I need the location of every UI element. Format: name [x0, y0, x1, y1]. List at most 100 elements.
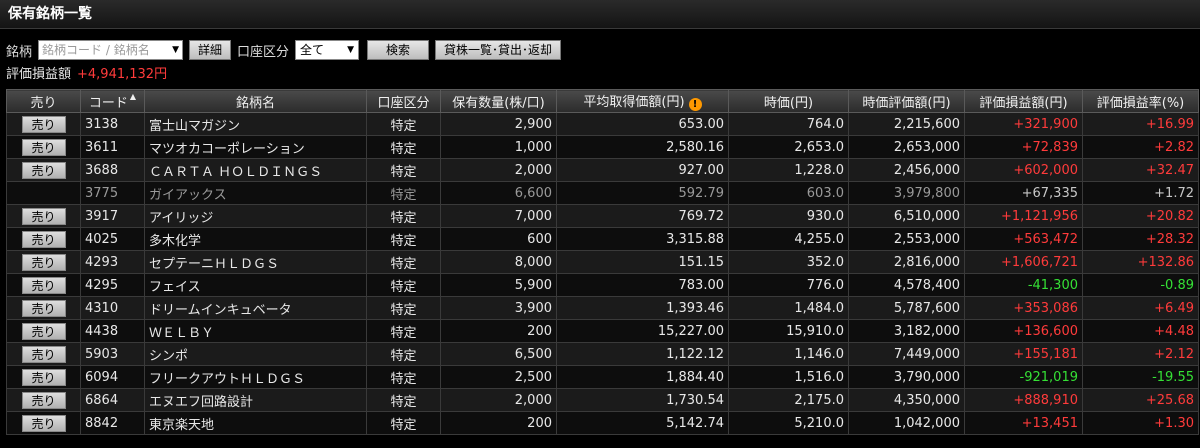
- sell-button[interactable]: 売り: [21, 368, 66, 386]
- stock-search-input[interactable]: 銘柄コード / 銘柄名: [42, 43, 150, 57]
- table-row[interactable]: 売り 5903 シンポ 特定 6,500 1,122.12 1,146.0 7,449,000…: [6, 342, 1199, 366]
- market-value: 2,553,000: [848, 227, 965, 251]
- stock-name[interactable]: フェイス: [144, 273, 367, 297]
- unrealized-pl: +563,472: [964, 227, 1083, 251]
- stock-search-combo[interactable]: 銘柄コード / 銘柄名 ▼: [38, 40, 184, 60]
- table-row[interactable]: 3775 ガイアックス 特定 6,600 592.79 603.0 3,979,800 +67…: [6, 181, 1199, 205]
- account-type: 特定: [366, 319, 441, 343]
- market-price: 1,516.0: [728, 365, 849, 389]
- table-row[interactable]: 売り 3917 アイリッジ 特定 7,000 769.72 930.0 6,510,000 +1…: [6, 204, 1199, 228]
- stock-name[interactable]: アイリッジ: [144, 204, 367, 228]
- avg-cost: 927.00: [556, 158, 729, 182]
- sell-cell: 売り: [6, 250, 81, 274]
- window-title: 保有銘柄一覧: [0, 0, 1200, 29]
- table-row[interactable]: 売り 8842 東京楽天地 特定 200 5,142.74 5,210.0 1,042,000…: [6, 411, 1199, 435]
- sell-button[interactable]: 売り: [21, 230, 66, 248]
- stock-name[interactable]: ドリームインキュベータ: [144, 296, 367, 320]
- sell-button[interactable]: 売り: [21, 161, 66, 179]
- unrealized-pl: -921,019: [964, 365, 1083, 389]
- unrealized-pl-rate: +25.68: [1082, 388, 1199, 412]
- col-header-code[interactable]: コード ▲: [80, 89, 145, 113]
- sell-button[interactable]: 売り: [21, 414, 66, 432]
- sell-button[interactable]: 売り: [21, 276, 66, 294]
- avg-cost: 151.15: [556, 250, 729, 274]
- account-type-value: 全て: [300, 43, 325, 57]
- holding-qty: 1,000: [440, 135, 557, 159]
- unrealized-pl: -41,300: [964, 273, 1083, 297]
- sell-button[interactable]: 売り: [21, 207, 66, 225]
- table-row[interactable]: 売り 6864 エヌエフ回路設計 特定 2,000 1,730.54 2,175.0 4,35…: [6, 388, 1199, 412]
- unrealized-pl-rate: +2.12: [1082, 342, 1199, 366]
- col-header-sell[interactable]: 売り: [6, 89, 81, 113]
- detail-button[interactable]: 詳細: [189, 40, 232, 60]
- market-value: 4,578,400: [848, 273, 965, 297]
- col-header-account[interactable]: 口座区分: [366, 89, 441, 113]
- stock-name[interactable]: ＣＡＲＴＡ ＨＯＬＤＩＮＧＳ: [144, 158, 367, 182]
- stock-name[interactable]: マツオカコーポレーション: [144, 135, 367, 159]
- sell-cell: 売り: [6, 365, 81, 389]
- sell-button[interactable]: 売り: [21, 299, 66, 317]
- market-value: 3,979,800: [848, 181, 965, 205]
- stock-code: 4310: [80, 296, 145, 320]
- search-button[interactable]: 検索: [367, 40, 430, 60]
- sell-button[interactable]: 売り: [21, 253, 66, 271]
- sell-button[interactable]: 売り: [21, 322, 66, 340]
- warning-icon[interactable]: !: [688, 98, 702, 111]
- col-header-pl[interactable]: 評価損益額(円): [964, 89, 1083, 113]
- table-row[interactable]: 売り 4310 ドリームインキュベータ 特定 3,900 1,393.46 1,484.0 5…: [6, 296, 1199, 320]
- sell-cell: 売り: [6, 158, 81, 182]
- account-type: 特定: [366, 112, 441, 136]
- col-header-qty[interactable]: 保有数量(株/口): [440, 89, 557, 113]
- stock-name[interactable]: シンポ: [144, 342, 367, 366]
- account-type: 特定: [366, 342, 441, 366]
- chevron-down-icon[interactable]: ▼: [172, 41, 179, 59]
- table-row[interactable]: 売り 3611 マツオカコーポレーション 特定 1,000 2,580.16 2,653.0…: [6, 135, 1199, 159]
- sell-button[interactable]: 売り: [21, 345, 66, 363]
- stock-name[interactable]: ガイアックス: [144, 181, 367, 205]
- col-header-price[interactable]: 時価(円): [728, 89, 849, 113]
- unrealized-pl-rate: +4.48: [1082, 319, 1199, 343]
- market-price: 2,175.0: [728, 388, 849, 412]
- table-row[interactable]: 売り 4438 ＷＥＬＢＹ 特定 200 15,227.00 15,910.0 3,182,0…: [6, 319, 1199, 343]
- avg-cost: 1,730.54: [556, 388, 729, 412]
- table-row[interactable]: 売り 6094 フリークアウトＨＬＤＧＳ 特定 2,500 1,884.40 1,516.0…: [6, 365, 1199, 389]
- holding-qty: 2,900: [440, 112, 557, 136]
- market-value: 3,182,000: [848, 319, 965, 343]
- stock-code: 3138: [80, 112, 145, 136]
- stock-name[interactable]: フリークアウトＨＬＤＧＳ: [144, 365, 367, 389]
- stock-name[interactable]: 東京楽天地: [144, 411, 367, 435]
- unrealized-pl: +72,839: [964, 135, 1083, 159]
- stock-label: 銘柄: [6, 44, 33, 60]
- sell-button[interactable]: 売り: [21, 138, 66, 156]
- col-header-name[interactable]: 銘柄名: [144, 89, 367, 113]
- col-header-avg-price[interactable]: 平均取得価額(円)!: [556, 89, 729, 113]
- avg-cost: 592.79: [556, 181, 729, 205]
- stock-name[interactable]: 多木化学: [144, 227, 367, 251]
- table-row[interactable]: 売り 4295 フェイス 特定 5,900 783.00 776.0 4,578,400 -41…: [6, 273, 1199, 297]
- account-type-select[interactable]: 全て ▼: [295, 40, 360, 60]
- stock-name[interactable]: セプテーニＨＬＤＧＳ: [144, 250, 367, 274]
- sell-button[interactable]: 売り: [21, 391, 66, 409]
- market-price: 776.0: [728, 273, 849, 297]
- table-row[interactable]: 売り 3688 ＣＡＲＴＡ ＨＯＬＤＩＮＧＳ 特定 2,000 927.00 1,228.0…: [6, 158, 1199, 182]
- sell-cell: 売り: [6, 319, 81, 343]
- stock-name[interactable]: ＷＥＬＢＹ: [144, 319, 367, 343]
- sell-button[interactable]: 売り: [21, 115, 66, 133]
- chevron-down-icon[interactable]: ▼: [347, 41, 354, 59]
- account-type: 特定: [366, 388, 441, 412]
- sell-cell: 売り: [6, 388, 81, 412]
- lending-list-button[interactable]: 貸株一覧･貸出･返却: [435, 40, 562, 60]
- stock-name[interactable]: エヌエフ回路設計: [144, 388, 367, 412]
- holdings-table: 売り コード ▲ 銘柄名 口座区分 保有数量(株/口) 平均取得価額(円)! 時価…: [6, 89, 1199, 435]
- market-value: 7,449,000: [848, 342, 965, 366]
- table-row[interactable]: 売り 3138 富士山マガジン 特定 2,900 653.00 764.0 2,215,600…: [6, 112, 1199, 136]
- table-row[interactable]: 売り 4025 多木化学 特定 600 3,315.88 4,255.0 2,553,000 +…: [6, 227, 1199, 251]
- holding-qty: 3,900: [440, 296, 557, 320]
- stock-code: 4295: [80, 273, 145, 297]
- col-header-value[interactable]: 時価評価額(円): [848, 89, 965, 113]
- col-header-pl-rate[interactable]: 評価損益率(%): [1082, 89, 1199, 113]
- account-type: 特定: [366, 227, 441, 251]
- table-row[interactable]: 売り 4293 セプテーニＨＬＤＧＳ 特定 8,000 151.15 352.0 2,816,…: [6, 250, 1199, 274]
- stock-name[interactable]: 富士山マガジン: [144, 112, 367, 136]
- sell-cell: 売り: [6, 273, 81, 297]
